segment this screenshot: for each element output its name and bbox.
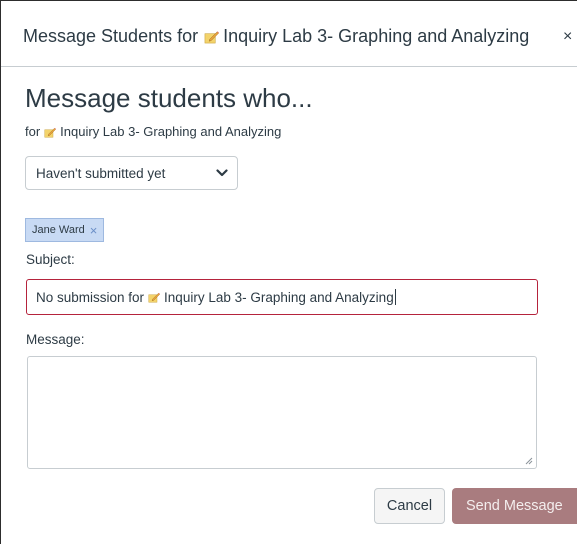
- criteria-select-value: Haven't submitted yet: [36, 165, 166, 181]
- subtitle-assignment: Inquiry Lab 3- Graphing and Analyzing: [60, 124, 282, 139]
- subtitle-prefix: for: [25, 124, 41, 139]
- criteria-select[interactable]: Haven't submitted yet: [25, 156, 238, 190]
- close-icon[interactable]: ×: [563, 28, 572, 46]
- dialog-header: Message Students for Inquiry Lab 3- Grap…: [1, 1, 577, 67]
- message-students-dialog: Message Students for Inquiry Lab 3- Grap…: [0, 0, 577, 544]
- recipient-name: Jane Ward: [32, 224, 85, 236]
- dialog-title-prefix: Message Students for: [23, 26, 199, 46]
- pencil-note-icon: [44, 127, 57, 137]
- dialog-title-assignment: Inquiry Lab 3- Graphing and Analyzing: [223, 26, 530, 46]
- dialog-title: Message Students for Inquiry Lab 3- Grap…: [23, 26, 529, 47]
- message-textarea[interactable]: [27, 356, 537, 469]
- chevron-down-icon: [216, 169, 228, 177]
- assignment-subtitle: for Inquiry Lab 3- Graphing and Analyzin…: [25, 124, 281, 139]
- resize-grip-icon[interactable]: [525, 457, 533, 465]
- pencil-note-icon: [148, 292, 161, 303]
- cancel-button[interactable]: Cancel: [374, 488, 445, 524]
- remove-recipient-icon[interactable]: ×: [90, 223, 98, 238]
- page-title: Message students who...: [25, 83, 313, 113]
- subject-assignment: Inquiry Lab 3- Graphing and Analyzing: [164, 289, 394, 305]
- subject-label: Subject:: [26, 252, 75, 267]
- subject-input[interactable]: No submission for Inquiry Lab 3- Graphin…: [26, 279, 538, 315]
- message-label: Message:: [26, 332, 85, 347]
- recipient-chip: Jane Ward ×: [25, 218, 105, 242]
- subject-prefix: No submission for: [36, 289, 145, 305]
- pencil-note-icon: [204, 31, 220, 44]
- text-caret: [394, 289, 396, 305]
- send-message-button[interactable]: Send Message: [452, 488, 577, 524]
